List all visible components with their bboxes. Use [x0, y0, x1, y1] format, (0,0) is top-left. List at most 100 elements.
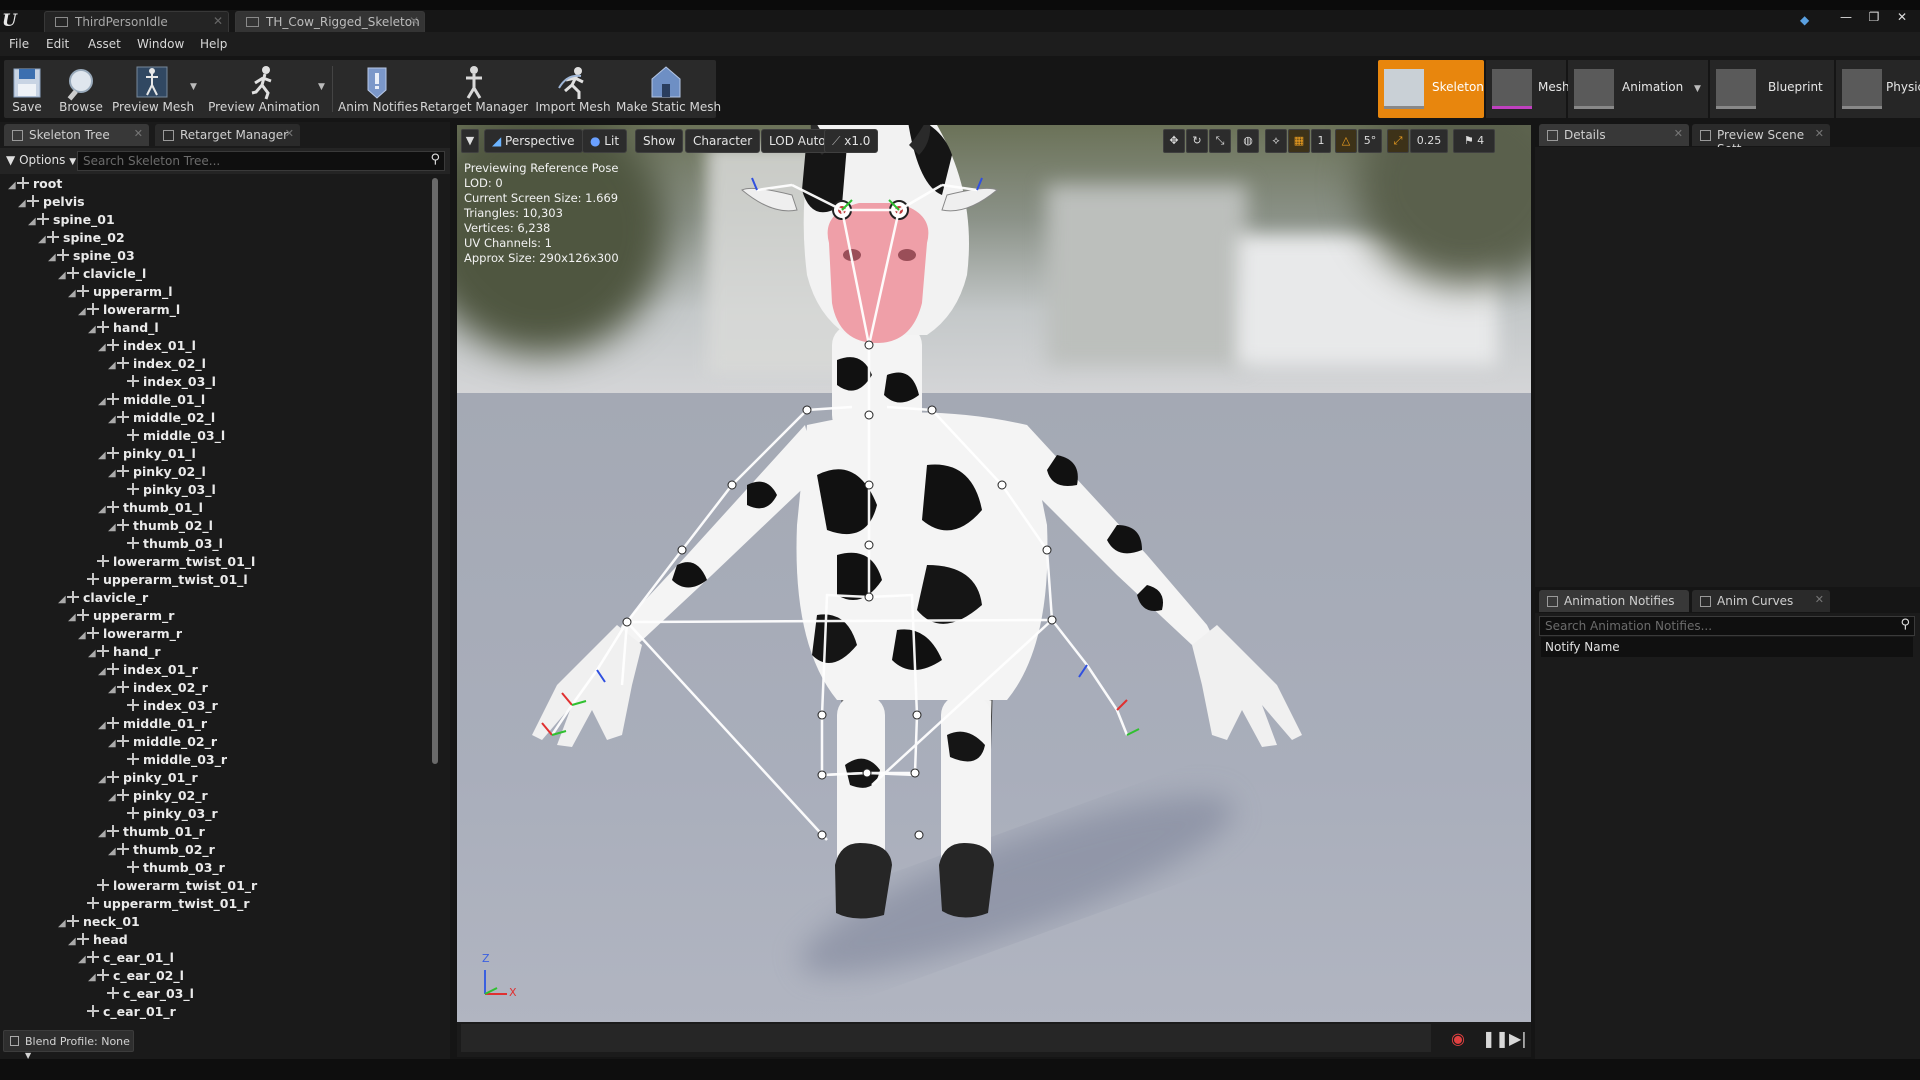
expand-arrow-icon[interactable]: ◢ [78, 954, 87, 965]
rotate-mode-icon[interactable]: ↻ [1186, 129, 1208, 153]
pause-button[interactable]: ❚❚ [1482, 1029, 1509, 1048]
bone-node[interactable]: thumb_03_l [118, 536, 223, 554]
show-button[interactable]: Show [635, 129, 684, 153]
grid-snap-icon[interactable]: ▦ [1288, 129, 1310, 153]
bone-node[interactable]: ◢ spine_03 [48, 248, 135, 266]
menu-help[interactable]: Help [200, 37, 227, 51]
expand-arrow-icon[interactable]: ◢ [48, 252, 57, 263]
expand-arrow-icon[interactable]: ◢ [58, 594, 67, 605]
expand-arrow-icon[interactable]: ◢ [58, 270, 67, 281]
bone-node[interactable]: ◢ upperarm_l [68, 284, 173, 302]
bone-node[interactable]: ◢ upperarm_r [68, 608, 174, 626]
expand-arrow-icon[interactable]: ◢ [108, 414, 117, 425]
bone-node[interactable]: ◢ pinky_02_l [108, 464, 206, 482]
bone-node[interactable]: pinky_03_r [118, 806, 218, 824]
bone-node[interactable]: ◢ hand_l [88, 320, 159, 338]
import-mesh-button[interactable]: Import Mesh [532, 60, 614, 118]
bone-node[interactable]: ◢ middle_02_r [108, 734, 217, 752]
menu-asset[interactable]: Asset [88, 37, 121, 51]
close-tab-icon[interactable]: ✕ [1815, 127, 1824, 140]
bone-node[interactable]: c_ear_03_l [98, 986, 194, 1004]
preview-mesh-dropdown-icon[interactable]: ▼ [190, 82, 197, 92]
animation-mode-dropdown-icon[interactable]: ▼ [1694, 84, 1701, 94]
bone-node[interactable]: ◢ c_ear_01_l [78, 950, 174, 968]
bone-node[interactable]: lowerarm_twist_01_l [88, 554, 255, 572]
bone-node[interactable]: thumb_03_r [118, 860, 225, 878]
expand-arrow-icon[interactable]: ◢ [98, 396, 107, 407]
menu-edit[interactable]: Edit [46, 37, 69, 51]
timeline-scrubber[interactable] [461, 1024, 1431, 1052]
bone-node[interactable]: ◢ lowerarm_l [78, 302, 180, 320]
bone-node[interactable]: ◢ clavicle_l [58, 266, 146, 284]
close-tab-icon[interactable]: ✕ [134, 127, 143, 140]
expand-arrow-icon[interactable]: ◢ [78, 306, 87, 317]
options-dropdown[interactable]: ▼ Options ▼ [6, 153, 76, 167]
mode-mesh-button[interactable]: Mesh [1486, 60, 1570, 118]
expand-arrow-icon[interactable]: ◢ [88, 324, 97, 335]
maximize-button[interactable]: ❐ [1862, 10, 1886, 32]
expand-arrow-icon[interactable]: ◢ [108, 468, 117, 479]
minimize-button[interactable]: — [1834, 10, 1858, 32]
preview-mesh-button[interactable]: Preview Mesh [112, 60, 194, 118]
tab-skeleton-tree[interactable]: Skeleton Tree ✕ [4, 124, 149, 146]
expand-arrow-icon[interactable]: ◢ [108, 684, 117, 695]
bone-node[interactable]: ◢ head [68, 932, 128, 950]
close-tab-icon[interactable]: ✕ [285, 127, 294, 140]
document-tab-third-person-idle[interactable]: ThirdPersonIdle ✕ [44, 11, 229, 32]
expand-arrow-icon[interactable]: ◢ [98, 828, 107, 839]
bone-node[interactable]: ◢ middle_02_l [108, 410, 215, 428]
translate-mode-icon[interactable]: ✥ [1163, 129, 1185, 153]
bone-node[interactable]: ◢ index_02_r [108, 680, 208, 698]
viewport-options-dropdown[interactable]: ▼ [461, 129, 479, 153]
expand-arrow-icon[interactable]: ◢ [98, 450, 107, 461]
expand-arrow-icon[interactable]: ◢ [18, 198, 27, 209]
rotation-snap-value[interactable]: 5° [1358, 129, 1382, 153]
expand-arrow-icon[interactable]: ◢ [108, 738, 117, 749]
retarget-manager-button[interactable]: Retarget Manager [418, 60, 530, 118]
perspective-button[interactable]: ◢ Perspective [484, 129, 583, 153]
bone-node[interactable]: middle_03_r [118, 752, 227, 770]
expand-arrow-icon[interactable]: ◢ [98, 774, 107, 785]
bone-node[interactable]: ◢ thumb_01_r [98, 824, 205, 842]
lod-button[interactable]: LOD Auto [761, 129, 834, 153]
bone-node[interactable]: ◢ index_02_l [108, 356, 206, 374]
bone-node[interactable]: ◢ pinky_01_r [98, 770, 198, 788]
character-button[interactable]: Character [685, 129, 761, 153]
scale-snap-icon[interactable]: ⤢ [1387, 129, 1409, 153]
close-tab-icon[interactable]: ✕ [1815, 593, 1824, 606]
bone-node[interactable]: ◢ index_01_l [98, 338, 196, 356]
bone-node[interactable]: ◢ pinky_01_l [98, 446, 196, 464]
bone-node[interactable]: ◢ c_ear_02_l [88, 968, 184, 986]
bone-node[interactable]: index_03_l [118, 374, 216, 392]
record-button[interactable]: ◉ [1451, 1029, 1465, 1048]
tab-retarget-manager[interactable]: Retarget Manager ✕ [155, 124, 300, 146]
bone-node[interactable]: ◢ lowerarm_r [78, 626, 182, 644]
expand-arrow-icon[interactable]: ◢ [98, 504, 107, 515]
bone-node[interactable]: ◢ clavicle_r [58, 590, 148, 608]
bone-node[interactable]: middle_03_l [118, 428, 225, 446]
bone-node[interactable]: ◢ thumb_01_l [98, 500, 203, 518]
expand-arrow-icon[interactable]: ◢ [58, 918, 67, 929]
anim-notifies-button[interactable]: Anim Notifies [338, 60, 418, 118]
expand-arrow-icon[interactable]: ◢ [98, 342, 107, 353]
bone-node[interactable]: ◢ pinky_02_r [108, 788, 208, 806]
expand-arrow-icon[interactable]: ◢ [8, 180, 17, 191]
notification-icon[interactable]: ◆ [1800, 13, 1809, 27]
expand-arrow-icon[interactable]: ◢ [78, 630, 87, 641]
expand-arrow-icon[interactable]: ◢ [68, 612, 77, 623]
bone-node[interactable]: pinky_03_l [118, 482, 216, 500]
preview-animation-button[interactable]: Preview Animation [204, 60, 324, 118]
tree-scrollbar[interactable] [432, 178, 438, 764]
surface-snapping-icon[interactable]: ⟡ [1265, 129, 1287, 153]
expand-arrow-icon[interactable]: ◢ [108, 846, 117, 857]
bone-node[interactable]: ◢ index_01_r [98, 662, 198, 680]
tab-preview-scene-settings[interactable]: Preview Scene Sett ✕ [1692, 124, 1830, 156]
mode-skeleton-button[interactable]: Skeleton [1378, 60, 1484, 118]
close-tab-icon[interactable]: ✕ [1674, 127, 1683, 140]
playback-speed-button[interactable]: ⟋ x1.0 [824, 129, 879, 153]
blend-profile-dropdown[interactable]: Blend Profile: None ▼ [3, 1030, 134, 1060]
bone-node[interactable]: ◢ thumb_02_r [108, 842, 215, 860]
mode-animation-button[interactable]: Animation ▼ [1568, 60, 1708, 118]
close-tab-icon[interactable]: ✕ [213, 14, 223, 28]
expand-arrow-icon[interactable]: ◢ [108, 522, 117, 533]
